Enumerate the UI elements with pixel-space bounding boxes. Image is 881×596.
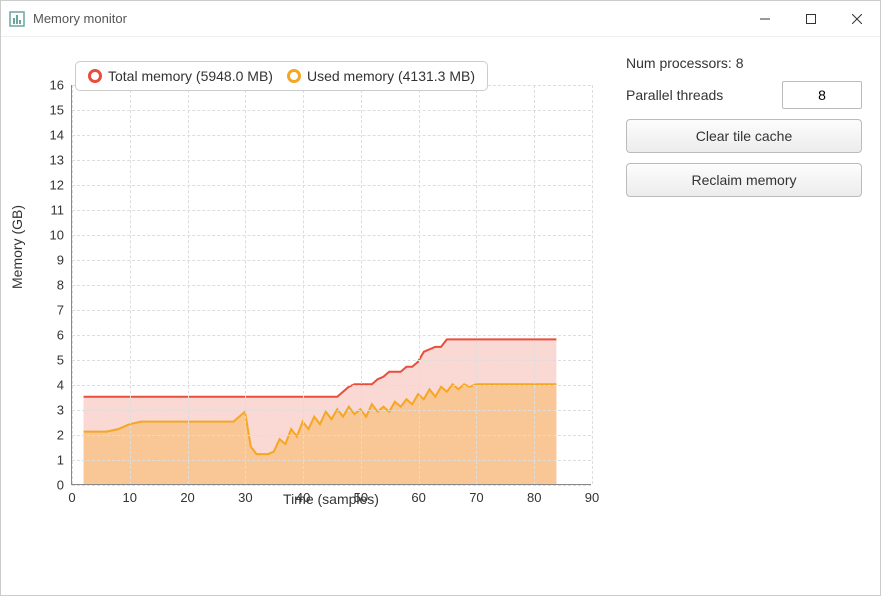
y-tick-label: 8 [57, 278, 72, 293]
x-tick-label: 20 [180, 484, 194, 505]
y-tick-label: 9 [57, 253, 72, 268]
parallel-threads-label: Parallel threads [626, 87, 723, 103]
clear-cache-button[interactable]: Clear tile cache [626, 119, 862, 153]
y-tick-label: 5 [57, 353, 72, 368]
y-tick-label: 10 [50, 228, 72, 243]
gridline-h [72, 310, 591, 311]
gridline-v [592, 85, 593, 484]
close-button[interactable] [834, 1, 880, 37]
minimize-icon [760, 14, 770, 24]
gridline-v [188, 85, 189, 484]
gridline-h [72, 135, 591, 136]
gridline-h [72, 210, 591, 211]
gridline-h [72, 110, 591, 111]
gridline-h [72, 410, 591, 411]
gridline-h [72, 385, 591, 386]
parallel-threads-row: Parallel threads [626, 81, 862, 109]
titlebar: Memory monitor [1, 1, 880, 37]
x-tick-label: 70 [469, 484, 483, 505]
plot-wrap: 0123456789101112131415160102030405060708… [71, 85, 606, 515]
reclaim-memory-button[interactable]: Reclaim memory [626, 163, 862, 197]
gridline-v [245, 85, 246, 484]
gridline-v [476, 85, 477, 484]
window-title: Memory monitor [33, 11, 742, 26]
x-tick-label: 30 [238, 484, 252, 505]
gridline-h [72, 160, 591, 161]
gridline-h [72, 185, 591, 186]
gridline-v [303, 85, 304, 484]
y-tick-label: 14 [50, 128, 72, 143]
y-tick-label: 11 [51, 203, 73, 218]
maximize-button[interactable] [788, 1, 834, 37]
legend-item-used: Used memory (4131.3 MB) [287, 68, 475, 84]
x-tick-label: 80 [527, 484, 541, 505]
y-tick-label: 15 [50, 103, 72, 118]
num-processors-row: Num processors: 8 [626, 55, 862, 71]
window: Memory monitor Total memory (5948.0 MB) … [0, 0, 881, 596]
y-tick-label: 6 [57, 328, 72, 343]
legend-label-used: Used memory (4131.3 MB) [307, 68, 475, 84]
y-tick-label: 12 [50, 178, 72, 193]
x-tick-label: 90 [585, 484, 599, 505]
chart-panel: Total memory (5948.0 MB) Used memory (41… [13, 55, 620, 583]
close-icon [852, 14, 862, 24]
legend-item-total: Total memory (5948.0 MB) [88, 68, 273, 84]
app-icon [9, 11, 25, 27]
gridline-h [72, 435, 591, 436]
x-tick-label: 50 [354, 484, 368, 505]
side-panel: Num processors: 8 Parallel threads Clear… [620, 55, 862, 583]
parallel-threads-input[interactable] [782, 81, 862, 109]
minimize-button[interactable] [742, 1, 788, 37]
gridline-v [534, 85, 535, 484]
num-processors-label: Num processors: 8 [626, 55, 743, 71]
x-tick-label: 0 [68, 484, 75, 505]
gridline-h [72, 235, 591, 236]
gridline-h [72, 285, 591, 286]
y-tick-label: 16 [50, 78, 72, 93]
x-tick-label: 60 [411, 484, 425, 505]
gridline-h [72, 260, 591, 261]
legend-swatch-used-icon [287, 69, 301, 83]
gridline-h [72, 485, 591, 486]
y-axis-label: Memory (GB) [9, 205, 25, 289]
gridline-v [72, 85, 73, 484]
y-tick-label: 2 [57, 428, 72, 443]
y-tick-label: 3 [57, 403, 72, 418]
gridline-h [72, 335, 591, 336]
x-tick-label: 40 [296, 484, 310, 505]
x-axis-label: Time (samples) [71, 491, 591, 507]
gridline-v [419, 85, 420, 484]
maximize-icon [806, 14, 816, 24]
y-tick-label: 1 [57, 453, 72, 468]
y-tick-label: 13 [50, 153, 72, 168]
legend-swatch-total-icon [88, 69, 102, 83]
y-tick-label: 7 [57, 303, 72, 318]
x-tick-label: 10 [123, 484, 137, 505]
y-tick-label: 4 [57, 378, 72, 393]
gridline-v [130, 85, 131, 484]
plot-area: 0123456789101112131415160102030405060708… [71, 85, 591, 485]
gridline-v [361, 85, 362, 484]
content: Total memory (5948.0 MB) Used memory (41… [1, 37, 880, 595]
gridline-h [72, 360, 591, 361]
legend: Total memory (5948.0 MB) Used memory (41… [75, 61, 488, 91]
legend-label-total: Total memory (5948.0 MB) [108, 68, 273, 84]
gridline-h [72, 460, 591, 461]
